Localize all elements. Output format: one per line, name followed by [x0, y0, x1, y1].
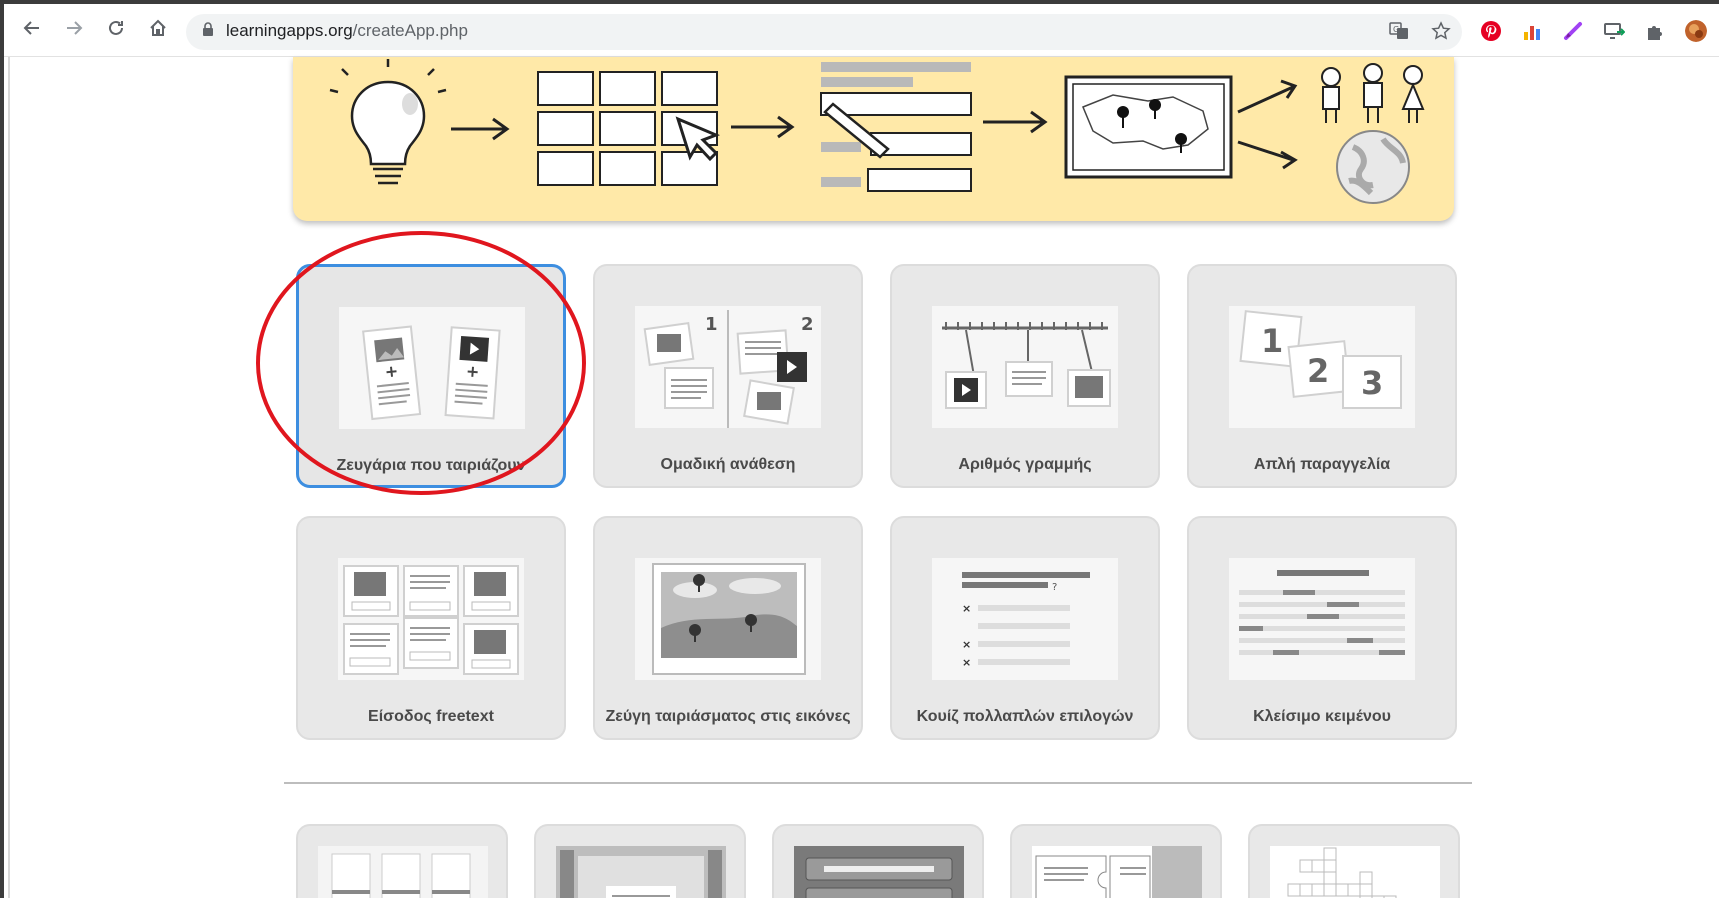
partial-thumbnail	[1270, 846, 1440, 898]
group-number-1: 1	[705, 314, 718, 335]
reload-button[interactable]	[102, 14, 130, 42]
app-type-card-partial[interactable]	[772, 824, 984, 898]
browser-window: learningapps.org/createApp.php G Ζευγάρι…	[4, 4, 1719, 898]
pen-extension-icon[interactable]	[1562, 20, 1584, 42]
section-divider	[284, 782, 1472, 784]
app-type-card-cloze-text[interactable]: Κλείσιμο κειμένου	[1187, 516, 1457, 740]
app-type-card-partial[interactable]	[534, 824, 746, 898]
reload-icon	[109, 20, 123, 35]
svg-text:G: G	[1393, 25, 1399, 34]
globe-icon	[1336, 130, 1410, 204]
back-button[interactable]	[18, 14, 46, 42]
app-type-card-matching-pairs[interactable]: Ζευγάρια που ταιριάζουν	[296, 264, 566, 488]
form-icon	[820, 62, 972, 192]
app-type-card-partial[interactable]	[296, 824, 508, 898]
home-button[interactable]	[144, 14, 172, 42]
order-number-1: 1	[1261, 322, 1283, 360]
cloze-text-thumbnail	[1229, 558, 1415, 680]
simple-order-thumbnail: 1 2 3	[1229, 306, 1415, 428]
app-type-label: Κουίζ πολλαπλών επιλογών	[916, 708, 1134, 725]
profile-avatar-icon[interactable]	[1685, 20, 1707, 42]
chart-extension-icon[interactable]	[1521, 20, 1543, 42]
puzzle-extensions-icon[interactable]	[1644, 20, 1666, 42]
lock-icon[interactable]	[202, 22, 214, 36]
app-type-label: Ζευγάρια που ταιριάζουν	[336, 457, 526, 474]
svg-text:×: ×	[962, 638, 971, 651]
lightbulb-icon	[329, 59, 447, 185]
app-type-card-partial[interactable]	[1248, 824, 1460, 898]
svg-text:×: ×	[962, 656, 971, 669]
page-edge	[8, 57, 10, 898]
url-text[interactable]: learningapps.org/createApp.php	[226, 21, 468, 41]
app-type-card-number-line[interactable]: Αριθμός γραμμής	[890, 264, 1160, 488]
order-number-2: 2	[1307, 352, 1329, 390]
page-content: Ζευγάρια που ταιριάζουν 1 2 Ομαδική ανάθ…	[4, 57, 1719, 898]
app-type-card-partial[interactable]	[1010, 824, 1222, 898]
partial-thumbnail	[1032, 846, 1202, 898]
matching-pairs-thumbnail	[339, 307, 525, 429]
map-icon	[1064, 75, 1233, 179]
pinterest-icon[interactable]	[1480, 20, 1502, 42]
image-matching-thumbnail	[635, 558, 821, 680]
forward-button[interactable]	[60, 14, 88, 42]
app-type-card-simple-order[interactable]: 1 2 3 Απλή παραγγελία	[1187, 264, 1457, 488]
app-type-label: Αριθμός γραμμής	[958, 456, 1092, 473]
cast-extension-icon[interactable]	[1603, 20, 1625, 42]
partial-thumbnail	[318, 846, 488, 898]
people-icon	[1321, 63, 1425, 123]
translate-icon[interactable]: G	[1389, 21, 1409, 41]
app-type-label: Ομαδική ανάθεση	[660, 456, 796, 473]
multiple-choice-quiz-thumbnail: ? × × ×	[932, 558, 1118, 680]
svg-text:?: ?	[1052, 582, 1057, 593]
svg-text:×: ×	[962, 602, 971, 615]
hero-banner	[293, 57, 1454, 221]
home-icon	[150, 19, 166, 36]
partial-thumbnail	[794, 846, 964, 898]
app-type-label: Ζεύγη ταιριάσματος στις εικόνες	[605, 708, 851, 725]
app-type-card-freetext-input[interactable]: Είσοδος freetext	[296, 516, 566, 740]
bookmark-star-icon[interactable]	[1431, 21, 1451, 41]
arrow-left-icon	[23, 21, 39, 35]
app-type-label: Απλή παραγγελία	[1253, 456, 1391, 473]
partial-thumbnail	[556, 846, 726, 898]
app-type-label: Είσοδος freetext	[368, 708, 494, 725]
url-host: learningapps.org	[226, 21, 353, 40]
group-number-2: 2	[801, 314, 814, 335]
workflow-illustration	[329, 59, 1425, 204]
app-type-card-group-assignment[interactable]: 1 2 Ομαδική ανάθεση	[593, 264, 863, 488]
app-type-card-image-matching[interactable]: Ζεύγη ταιριάσματος στις εικόνες	[593, 516, 863, 740]
browser-toolbar: learningapps.org/createApp.php G	[4, 4, 1719, 57]
url-path: /createApp.php	[352, 21, 468, 40]
app-type-label: Κλείσιμο κειμένου	[1253, 708, 1391, 725]
freetext-input-thumbnail	[338, 558, 524, 680]
group-assignment-thumbnail: 1 2	[635, 306, 821, 428]
arrow-right-icon	[67, 21, 83, 35]
order-number-3: 3	[1361, 364, 1383, 402]
number-line-thumbnail	[932, 306, 1118, 428]
app-type-card-multiple-choice-quiz[interactable]: ? × × × Κουίζ πολλαπλών επιλογών	[890, 516, 1160, 740]
grid-icon	[537, 71, 721, 186]
